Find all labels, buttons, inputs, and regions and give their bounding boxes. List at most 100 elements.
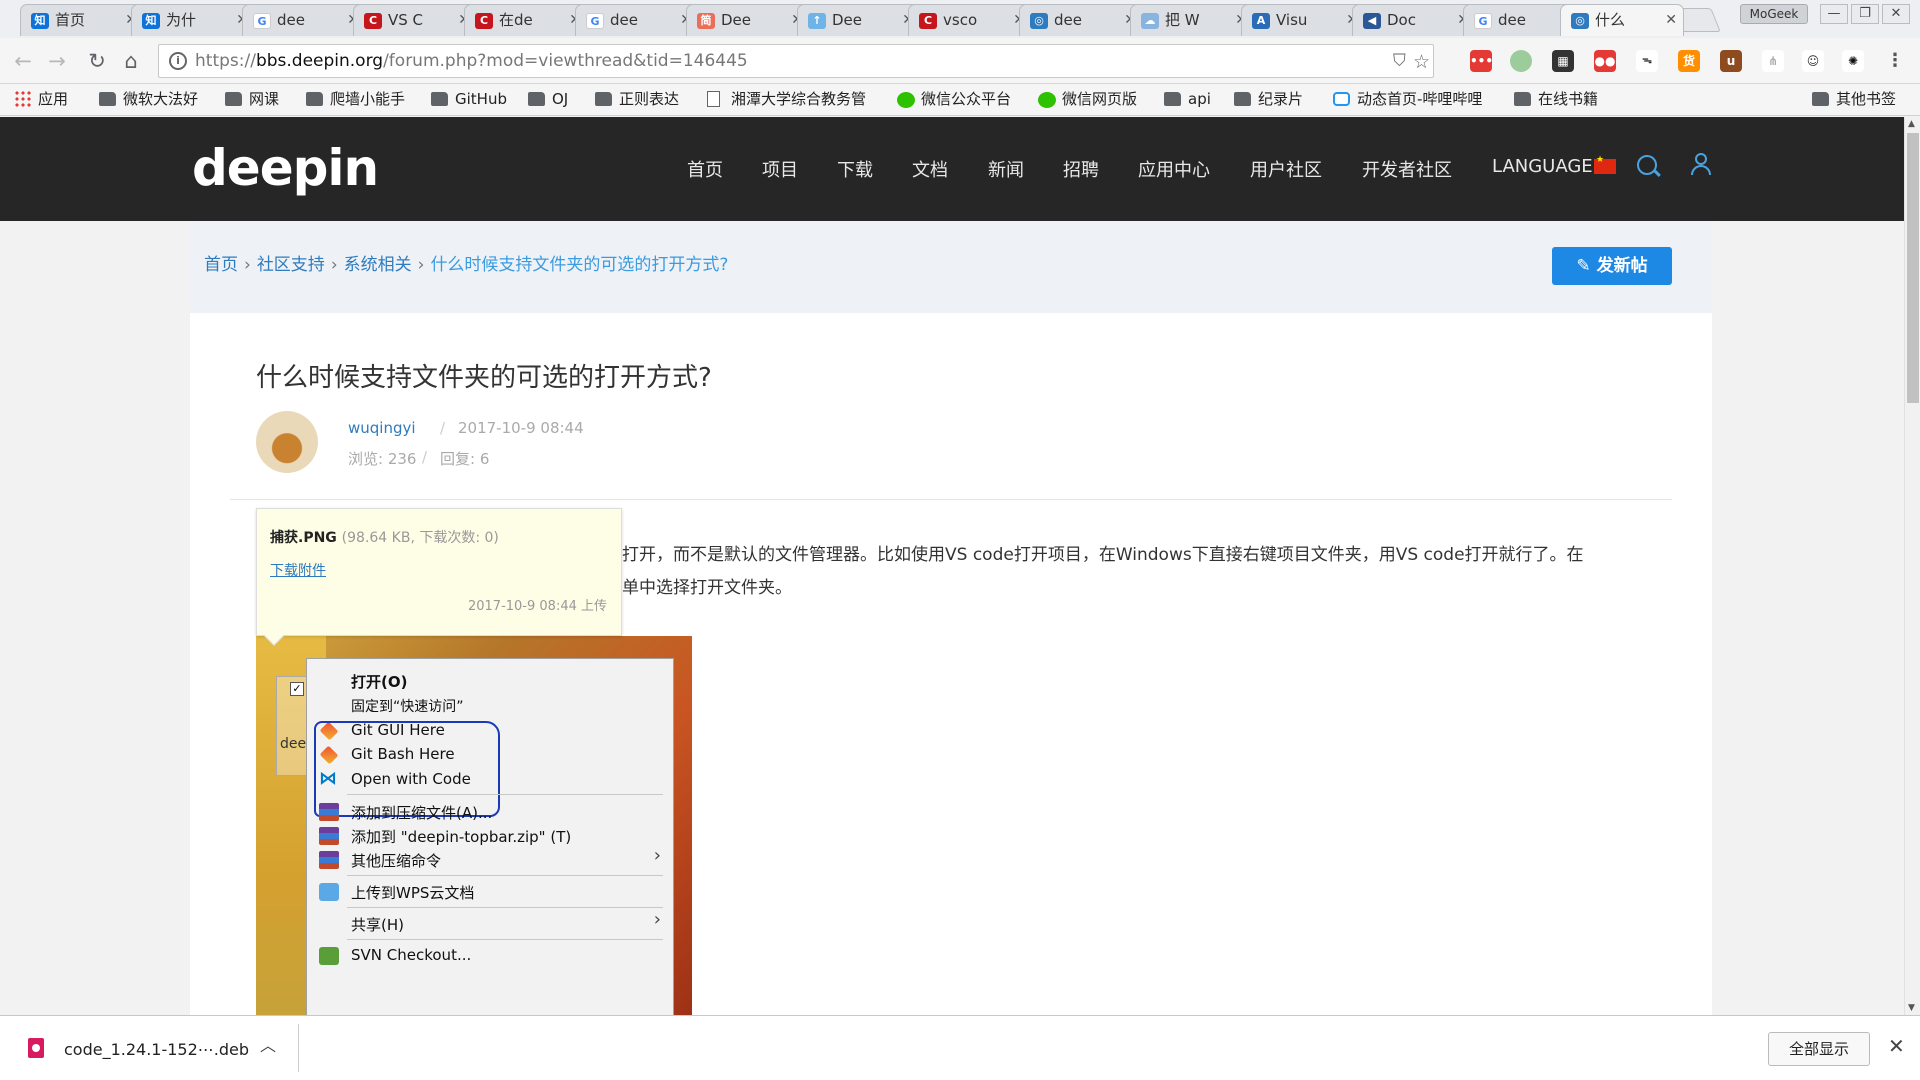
browser-tab[interactable]: ◀Doc✕ [1352,4,1476,36]
nav-link[interactable]: 项目 [762,156,798,182]
tab-favicon: ↑ [808,13,826,29]
extension-record-icon[interactable]: ●● [1594,50,1616,72]
bookmark-folder[interactable]: 正则表达 [595,84,679,114]
home-button[interactable]: ⌂ [118,48,144,74]
browser-tab[interactable]: Cvsco✕ [908,4,1032,36]
reload-button[interactable]: ↻ [84,48,110,74]
bookmark-folder[interactable]: 微软大法好 [99,84,198,114]
bookmarks-bar: 应用 微软大法好 网课 爬墙小能手 GitHub OJ 正则表达 湘潭大学综合教… [0,84,1920,116]
extension-lastpass-icon[interactable]: ••• [1470,50,1493,72]
browser-tab[interactable]: Gdee✕ [242,4,366,36]
nav-link[interactable]: 应用中心 [1138,156,1210,182]
profile-badge[interactable]: MoGeek [1740,4,1808,24]
browser-tab[interactable]: ☁把 W✕ [1130,4,1254,36]
address-bar[interactable]: i https://bbs.deepin.org/forum.php?mod=v… [158,44,1434,78]
browser-tab[interactable]: ◎dee✕ [1019,4,1143,36]
breadcrumb-current[interactable]: 什么时候支持文件夹的可选的打开方式? [430,255,728,275]
tab-close-icon[interactable]: ✕ [1665,5,1677,36]
show-all-downloads-button[interactable]: 全部显示 [1768,1032,1870,1066]
scroll-up-arrow-icon[interactable]: ▲ [1908,119,1915,129]
new-post-button[interactable]: ✎ 发新帖 [1552,247,1672,285]
archive-icon [319,827,339,845]
post-text-line: 打开，而不是默认的文件管理器。比如使用VS code打开项目，在Windows下… [622,545,1584,565]
nav-link[interactable]: 招聘 [1063,156,1099,182]
extension-swirl-icon[interactable]: ✺ [1842,50,1864,72]
bookmark-star-icon[interactable]: ☆ [1413,51,1430,73]
nav-link[interactable]: 开发者社区 [1362,156,1452,182]
deb-file-icon [28,1038,44,1058]
bookmark-folder[interactable]: api [1164,84,1211,114]
nav-link[interactable]: 文档 [912,156,948,182]
reply-count: 回复: 6 [440,450,490,468]
extension-cat-icon[interactable]: ☺ [1802,50,1824,72]
ctx-item-pin: 固定到“快速访问” [351,699,464,715]
nav-link[interactable]: 新闻 [988,156,1024,182]
extension-chart-icon[interactable]: ᯓ [1636,50,1658,72]
bookmark-folder[interactable]: GitHub [431,84,507,114]
browser-tab[interactable]: AVisu✕ [1241,4,1365,36]
tab-title: Dee [832,11,863,29]
vertical-scrollbar[interactable]: ▲ ▼ [1904,117,1920,1015]
nav-link[interactable]: 首页 [687,156,723,182]
scroll-thumb[interactable] [1907,133,1919,403]
avatar[interactable] [256,411,318,473]
attachment-image[interactable]: ✓ dee 打开(O) 固定到“快速访问” Git GUI Here Git B… [256,636,692,1015]
scroll-down-arrow-icon[interactable]: ▼ [1908,1003,1915,1013]
browser-tab[interactable]: 知为什✕ [131,4,255,36]
tab-title: 首页 [55,11,86,29]
download-filename[interactable]: code_1.24.1-152⋯.deb [64,1040,249,1059]
bookmark-apps[interactable]: 应用 [14,84,68,114]
breadcrumb-subsection[interactable]: 系统相关 [344,255,412,275]
browser-tab[interactable]: 简Dee✕ [686,4,810,36]
user-icon[interactable] [1691,153,1711,177]
search-icon[interactable] [1637,155,1657,175]
shield-icon[interactable]: ⛉ [1393,51,1406,71]
menu-separator [347,907,663,908]
extension-tree-icon[interactable]: ⋔ [1762,50,1784,72]
extension-circle-icon[interactable] [1510,50,1532,72]
bookmark-folder[interactable]: 纪录片 [1234,84,1303,114]
close-window-button[interactable]: ✕ [1882,4,1910,24]
browser-tab[interactable]: ↑Dee✕ [797,4,921,36]
bookmark-folder[interactable]: 网课 [225,84,279,114]
extension-ublock-icon[interactable]: u [1720,50,1742,72]
browser-tab[interactable]: CVS C✕ [353,4,477,36]
close-icon[interactable]: ✕ [1888,1034,1905,1058]
chevron-up-icon[interactable]: ︿ [260,1032,276,1056]
nav-link[interactable]: 用户社区 [1250,156,1322,182]
breadcrumb-section[interactable]: 社区支持 [257,255,325,275]
site-info-icon[interactable]: i [169,52,187,70]
extension-qrcode-icon[interactable]: ▦ [1552,50,1574,72]
bookmark-bilibili[interactable]: 动态首页-哔哩哔哩 [1333,84,1482,114]
download-attachment-link[interactable]: 下载附件 [270,560,326,580]
browser-tab-active[interactable]: ◎ 什么 ✕ [1560,4,1684,36]
bookmark-wechat[interactable]: 微信公众平台 [897,84,1011,114]
back-button[interactable]: ← [10,48,36,74]
url-text[interactable]: https://bbs.deepin.org/forum.php?mod=vie… [195,45,748,77]
forward-button[interactable]: → [44,48,70,74]
bookmark-folder[interactable]: 爬墙小能手 [306,84,405,114]
bookmark-folder[interactable]: OJ [528,84,568,114]
china-flag-icon[interactable] [1594,155,1616,174]
language-selector[interactable]: LANGUAGE: [1492,156,1599,177]
browser-tab[interactable]: 知首页✕ [20,4,144,36]
bookmark-page[interactable]: 湘潭大学综合教务管 [707,84,866,114]
tab-title: Doc [1387,11,1416,29]
browser-tab[interactable]: C在de✕ [464,4,588,36]
extension-price-icon[interactable]: 货 [1678,50,1700,72]
tab-title: dee [1054,11,1082,29]
author-link[interactable]: wuqingyi [348,419,416,437]
bookmark-folder[interactable]: 在线书籍 [1514,84,1598,114]
bookmark-wechat[interactable]: 微信网页版 [1038,84,1137,114]
tab-favicon: G [1474,13,1492,29]
page-icon [707,91,720,107]
deepin-logo[interactable]: deepin [192,139,379,197]
breadcrumb-home[interactable]: 首页 [204,255,238,275]
restore-button[interactable]: ❐ [1851,4,1879,24]
other-bookmarks[interactable]: 其他书签 [1812,84,1896,114]
minimize-button[interactable]: — [1820,4,1848,24]
site-header: deepin 首页 项目 下载 文档 新闻 招聘 应用中心 用户社区 开发者社区… [0,117,1904,221]
browser-tab[interactable]: Gdee✕ [575,4,699,36]
menu-icon[interactable]: ⋮ [1884,50,1906,72]
nav-link[interactable]: 下载 [837,156,873,182]
